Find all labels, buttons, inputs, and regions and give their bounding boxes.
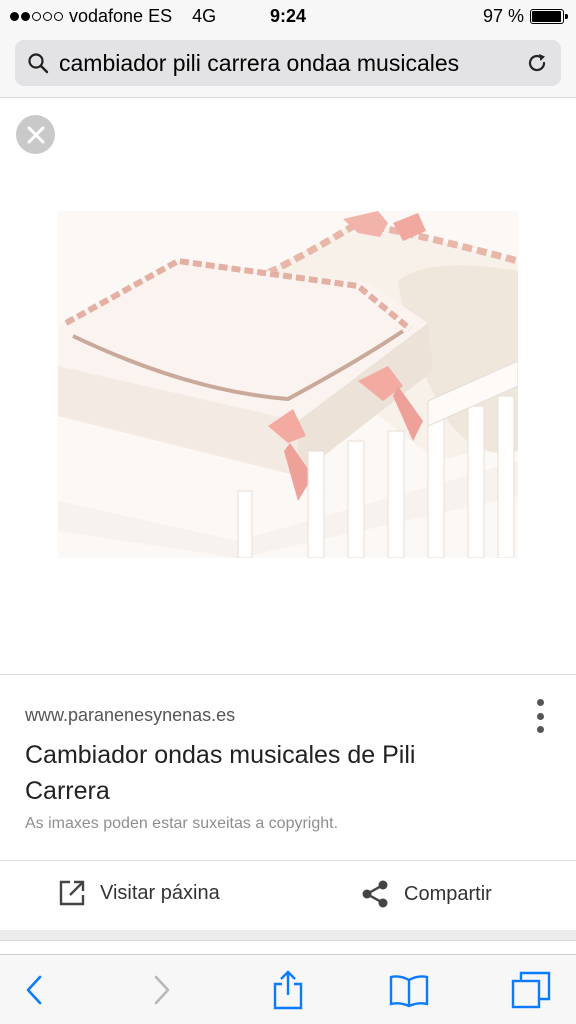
bookmarks-button[interactable]	[388, 969, 430, 1011]
share-upload-icon	[273, 970, 303, 1010]
image-viewer	[0, 99, 576, 674]
result-actions: Visitar páxina Compartir	[0, 860, 576, 930]
back-icon	[26, 975, 42, 1005]
search-query[interactable]: cambiador pili carrera ondaa musicales	[59, 50, 525, 77]
reload-icon[interactable]	[525, 51, 549, 75]
open-external-icon	[59, 880, 85, 906]
forward-icon	[154, 975, 170, 1005]
share-label: Compartir	[404, 882, 492, 905]
share-icon	[362, 880, 388, 908]
share-sheet-button[interactable]	[267, 969, 309, 1011]
bookmarks-icon	[389, 975, 429, 1008]
close-icon	[27, 126, 44, 143]
result-info-card: www.paranenesynenas.es Cambiador ondas m…	[0, 674, 576, 860]
result-source-url[interactable]: www.paranenesynenas.es	[25, 705, 235, 726]
back-button[interactable]	[13, 969, 55, 1011]
status-bar: vodafone ES 4G 9:24 97 %	[0, 0, 576, 34]
next-card-peek	[0, 930, 576, 954]
address-bar[interactable]: cambiador pili carrera ondaa musicales	[15, 40, 561, 86]
browser-toolbar	[0, 954, 576, 1024]
forward-button[interactable]	[141, 969, 183, 1011]
battery-percent: 97 %	[482, 6, 524, 26]
result-title[interactable]: Cambiador ondas musicales de Pili Carrer…	[25, 737, 495, 809]
search-icon	[28, 53, 49, 74]
more-vert-icon[interactable]	[534, 699, 546, 733]
visit-page-button[interactable]: Visitar páxina	[58, 879, 220, 907]
address-bar-area: cambiador pili carrera ondaa musicales	[0, 34, 576, 98]
visit-page-label: Visitar páxina	[100, 881, 220, 904]
copyright-notice: As imaxes poden estar suxeitas a copyrig…	[25, 815, 339, 832]
close-button[interactable]	[16, 115, 55, 154]
tabs-button[interactable]	[510, 969, 552, 1011]
tabs-icon	[511, 971, 551, 1009]
battery-group: 97 %	[482, 6, 568, 27]
battery-icon	[530, 9, 568, 24]
result-image[interactable]	[58, 211, 518, 558]
share-button[interactable]: Compartir	[360, 879, 492, 909]
